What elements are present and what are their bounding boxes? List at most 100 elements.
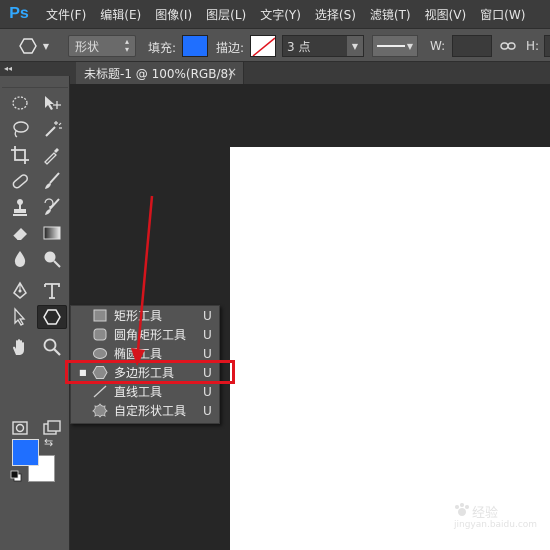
menu-image[interactable]: 图像(I) bbox=[155, 6, 192, 23]
foreground-color[interactable] bbox=[12, 439, 39, 466]
fill-color-swatch[interactable] bbox=[182, 35, 208, 57]
eyedropper-icon bbox=[44, 148, 59, 165]
height-field[interactable] bbox=[544, 35, 550, 57]
magic-wand-icon bbox=[45, 121, 62, 137]
healing-brush-tool[interactable] bbox=[5, 169, 35, 193]
flyout-item-line[interactable]: 直线工具 U bbox=[71, 382, 219, 401]
magnifier-icon bbox=[43, 338, 61, 356]
rounded-rectangle-icon bbox=[93, 328, 107, 341]
type-icon bbox=[44, 283, 60, 299]
menu-select[interactable]: 选择(S) bbox=[315, 6, 356, 23]
collapse-panel-icon[interactable]: ◂◂ bbox=[4, 64, 12, 73]
blur-tool[interactable] bbox=[5, 247, 35, 271]
shape-tool[interactable] bbox=[37, 305, 67, 329]
path-selection-tool[interactable] bbox=[5, 305, 35, 329]
updown-arrows-icon: ▴ ▾ bbox=[124, 37, 129, 54]
chevron-down-icon: ▼ bbox=[347, 36, 363, 56]
bandage-icon bbox=[12, 174, 29, 189]
ellipse-marquee-icon bbox=[12, 96, 28, 110]
brush-icon bbox=[45, 172, 60, 189]
document-canvas[interactable] bbox=[230, 147, 550, 550]
paw-logo-icon bbox=[455, 503, 469, 516]
tool-mode-select[interactable]: 形状 ▴ ▾ bbox=[68, 35, 136, 57]
move-icon bbox=[45, 96, 61, 110]
type-tool[interactable] bbox=[37, 279, 67, 303]
eraser-tool[interactable] bbox=[5, 221, 35, 245]
stroke-color-swatch[interactable] bbox=[250, 35, 276, 57]
menu-bar: Ps 文件(F) 编辑(E) 图像(I) 图层(L) 文字(Y) 选择(S) 滤… bbox=[0, 0, 550, 28]
stamp-icon bbox=[13, 199, 27, 216]
flyout-item-rectangle[interactable]: 矩形工具 U bbox=[71, 306, 219, 325]
watermark: 经验 jingyan.baidu.com bbox=[452, 498, 542, 534]
flyout-item-shortcut: U bbox=[203, 384, 212, 399]
link-icon[interactable] bbox=[500, 39, 516, 53]
hand-tool[interactable] bbox=[5, 335, 35, 359]
panel-grip[interactable] bbox=[2, 78, 68, 88]
flyout-item-rounded-rectangle[interactable]: 圆角矩形工具 U bbox=[71, 325, 219, 344]
height-label: H: bbox=[526, 39, 540, 53]
pen-icon bbox=[13, 281, 27, 299]
quick-mask-icon bbox=[12, 421, 28, 435]
gradient-icon bbox=[43, 226, 61, 240]
flyout-item-label: 圆角矩形工具 bbox=[114, 328, 187, 342]
menu-window[interactable]: 窗口(W) bbox=[480, 6, 525, 23]
document-title: 未标题-1 @ 100%(RGB/8) bbox=[84, 66, 233, 81]
menu-edit[interactable]: 编辑(E) bbox=[100, 6, 141, 23]
magic-wand-tool[interactable] bbox=[37, 117, 67, 141]
quick-mask-button[interactable] bbox=[5, 416, 35, 440]
dodge-icon bbox=[44, 251, 61, 268]
eyedropper-tool[interactable] bbox=[37, 143, 67, 167]
tools-panel: ⇆ bbox=[0, 76, 70, 550]
flyout-item-shortcut: U bbox=[203, 346, 212, 361]
crop-icon bbox=[11, 146, 29, 164]
document-tab[interactable]: 未标题-1 @ 100%(RGB/8) × bbox=[76, 62, 244, 84]
watermark-url: jingyan.baidu.com bbox=[454, 520, 538, 530]
chevron-down-icon: ▼ bbox=[42, 41, 50, 51]
dodge-tool[interactable] bbox=[37, 247, 67, 271]
rectangle-icon bbox=[93, 309, 107, 322]
history-brush-icon bbox=[44, 198, 60, 215]
gradient-tool[interactable] bbox=[37, 221, 67, 245]
flyout-item-label: 自定形状工具 bbox=[114, 404, 187, 418]
menu-layer[interactable]: 图层(L) bbox=[206, 6, 246, 23]
hand-icon bbox=[13, 339, 24, 355]
path-arrow-icon bbox=[14, 307, 26, 326]
menu-type[interactable]: 文字(Y) bbox=[260, 6, 301, 23]
marquee-tool[interactable] bbox=[5, 91, 35, 115]
custom-shape-icon bbox=[92, 403, 108, 418]
stroke-type-select[interactable]: ▼ bbox=[372, 35, 418, 57]
default-colors-icon[interactable] bbox=[10, 470, 22, 482]
photoshop-logo: Ps bbox=[9, 5, 29, 22]
width-label: W: bbox=[430, 39, 446, 53]
lasso-icon bbox=[13, 121, 29, 138]
stroke-width-select[interactable]: 3 点 ▼ bbox=[282, 35, 364, 57]
flyout-item-label: 矩形工具 bbox=[114, 309, 163, 323]
screen-mode-button[interactable] bbox=[37, 416, 67, 440]
tool-preset-picker[interactable]: ▼ bbox=[8, 35, 60, 57]
width-field[interactable] bbox=[452, 35, 492, 57]
line-icon bbox=[93, 385, 107, 398]
pen-tool[interactable] bbox=[5, 279, 35, 303]
highlight-box bbox=[65, 360, 235, 384]
solid-line-icon bbox=[377, 45, 405, 47]
crop-tool[interactable] bbox=[5, 143, 35, 167]
move-tool[interactable] bbox=[37, 91, 67, 115]
flyout-item-shortcut: U bbox=[203, 327, 212, 342]
zoom-tool[interactable] bbox=[37, 335, 67, 359]
menu-filter[interactable]: 滤镜(T) bbox=[370, 6, 411, 23]
flyout-item-shortcut: U bbox=[203, 308, 212, 323]
tool-mode-value: 形状 bbox=[75, 39, 100, 54]
no-color-slash-icon bbox=[252, 37, 275, 56]
menu-file[interactable]: 文件(F) bbox=[46, 6, 86, 23]
clone-stamp-tool[interactable] bbox=[5, 195, 35, 219]
stroke-label: 描边: bbox=[216, 41, 245, 55]
brush-tool[interactable] bbox=[37, 169, 67, 193]
chevron-down-icon: ▼ bbox=[406, 41, 413, 51]
flyout-item-custom-shape[interactable]: 自定形状工具 U bbox=[71, 401, 219, 420]
polygon-icon bbox=[43, 309, 61, 325]
close-icon[interactable]: × bbox=[227, 65, 237, 79]
lasso-tool[interactable] bbox=[5, 117, 35, 141]
menu-view[interactable]: 视图(V) bbox=[425, 6, 467, 23]
screen-mode-icon bbox=[43, 420, 61, 435]
history-brush-tool[interactable] bbox=[37, 195, 67, 219]
